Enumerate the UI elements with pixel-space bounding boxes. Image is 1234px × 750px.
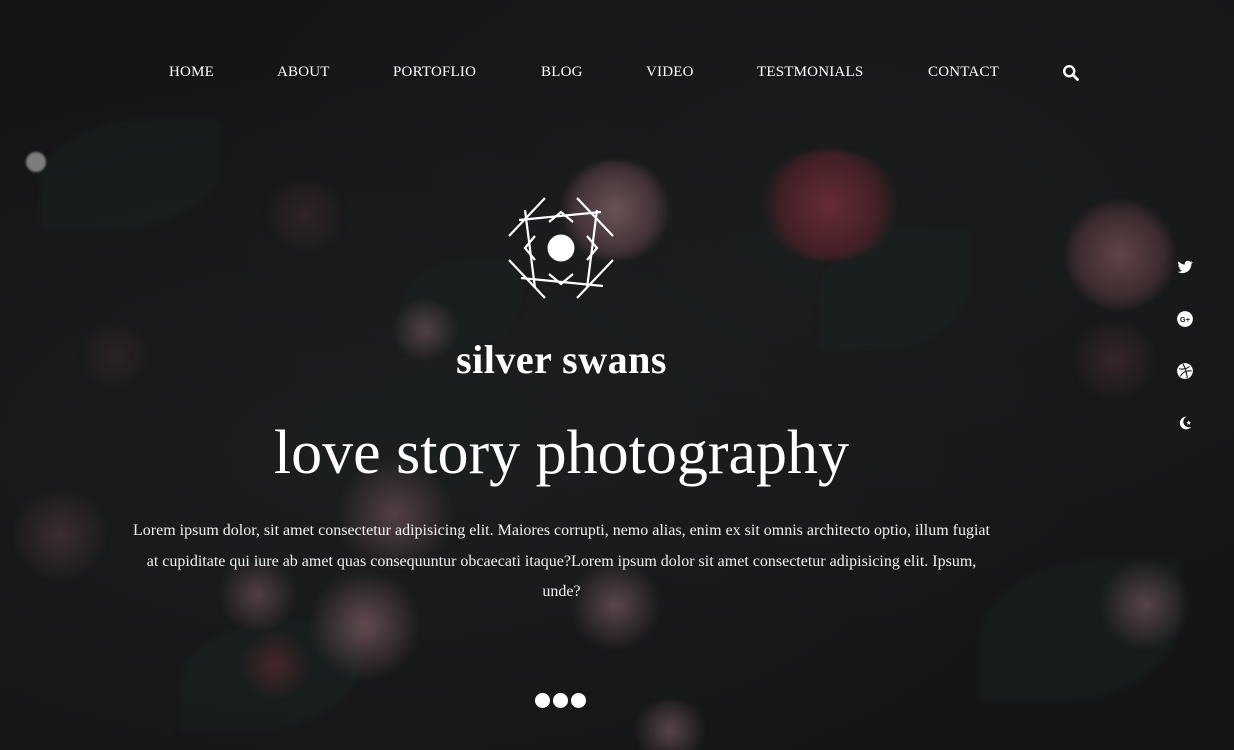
carousel-dot-3[interactable] xyxy=(571,693,586,708)
nav-video[interactable]: VIDEO xyxy=(646,64,694,81)
main-nav: HOME ABOUT PORTOFLIO BLOG VIDEO TESTMONI… xyxy=(0,62,1234,84)
nav-home[interactable]: HOME xyxy=(169,64,214,81)
svg-text:G+: G+ xyxy=(1180,315,1191,324)
carousel-dot-2[interactable] xyxy=(553,693,568,708)
geometric-diamond-logo xyxy=(505,192,617,304)
dribbble-icon[interactable] xyxy=(1176,362,1194,380)
hero-intro-text: Lorem ipsum dolor, sit amet consectetur … xyxy=(133,522,990,600)
other-social-icon[interactable] xyxy=(1176,414,1194,432)
nav-portfolio[interactable]: PORTOFLIO xyxy=(393,64,476,81)
twitter-icon[interactable] xyxy=(1176,258,1194,276)
nav-blog[interactable]: BLOG xyxy=(541,64,583,81)
carousel-dot-1[interactable] xyxy=(535,693,550,708)
brand-name: silver swans xyxy=(456,337,667,382)
carousel-indicators xyxy=(535,693,586,709)
hero-headline: love story photography xyxy=(273,419,850,487)
google-plus-icon[interactable]: G+ xyxy=(1176,310,1194,328)
nav-contact[interactable]: CONTACT xyxy=(928,64,999,81)
nav-testimonials[interactable]: TESTMONIALS xyxy=(757,64,863,81)
nav-about[interactable]: ABOUT xyxy=(277,64,330,81)
search-icon[interactable] xyxy=(1062,64,1080,82)
